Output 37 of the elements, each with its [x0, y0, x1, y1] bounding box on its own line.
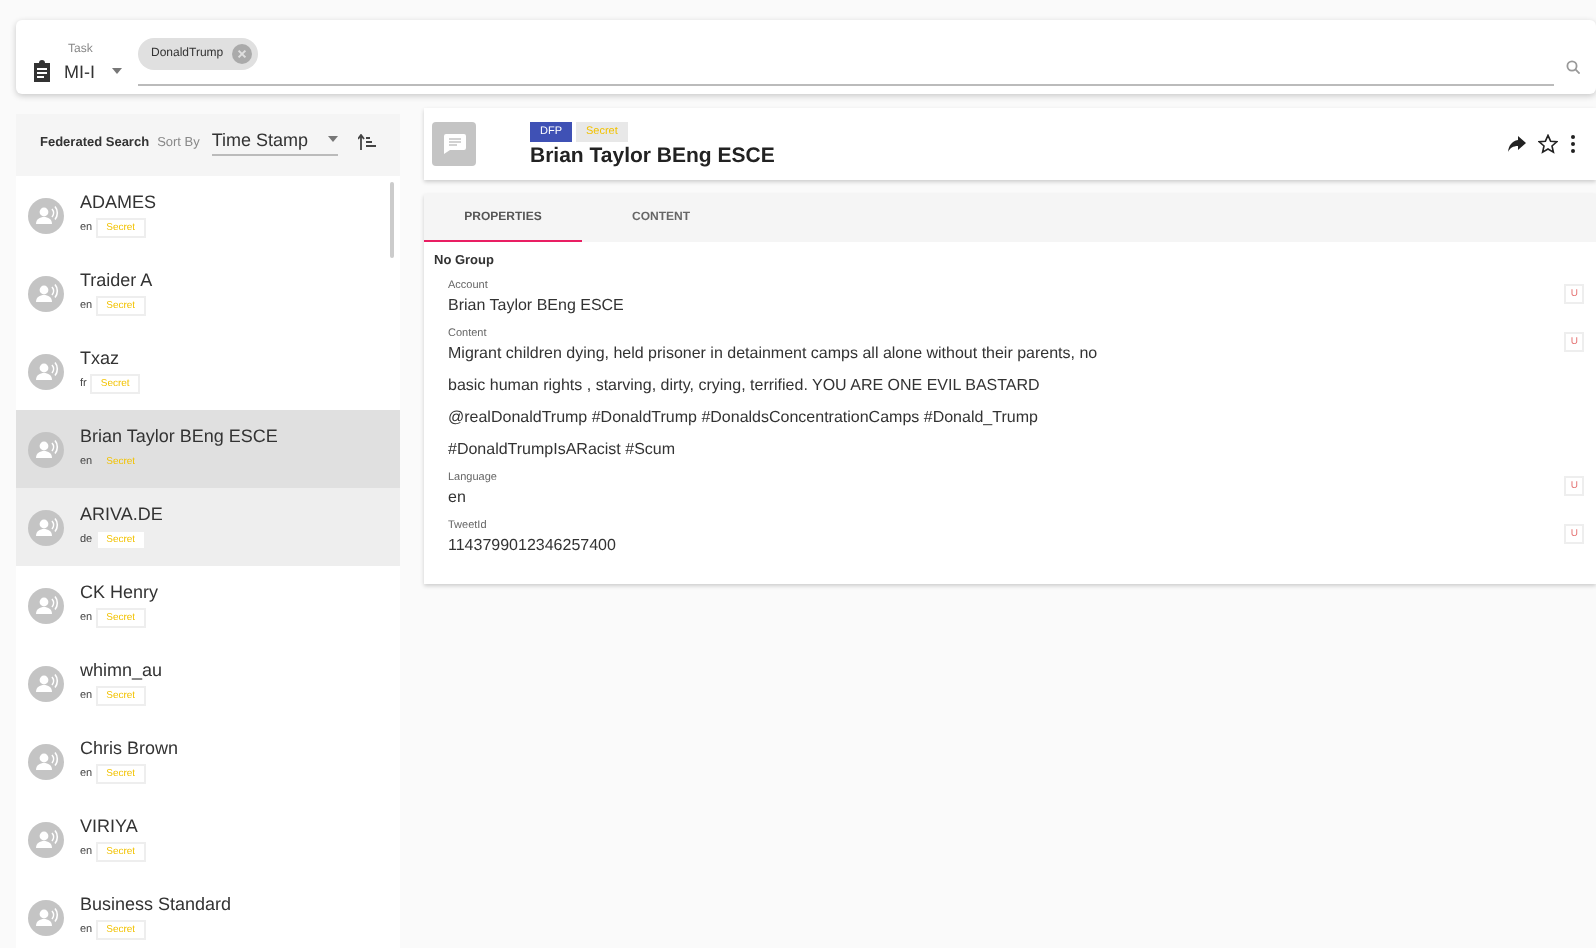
item-name: ADAMES: [80, 192, 157, 212]
item-name: Business Standard: [80, 894, 232, 914]
scrollbar[interactable]: [390, 182, 394, 258]
star-icon[interactable]: [1538, 134, 1558, 154]
avatar-icon: [28, 197, 64, 233]
message-icon: [432, 122, 476, 166]
dropdown-caret-icon: [328, 136, 339, 142]
item-name: Txaz: [80, 348, 122, 368]
item-name: Brian Taylor BEng ESCE: [80, 426, 278, 446]
avatar-icon: [28, 431, 64, 467]
item-name: whimn_au: [80, 660, 163, 680]
more-icon[interactable]: [1570, 134, 1576, 154]
property-value: Migrant children dying, held prisoner in detainment camps all alone without their parents, no basic human rights , starving, dirty, crying, terrified. YOU ARE ONE EVIL BASTARD @realDonaldTrump #DonaldTrump #DonaldsConcentrationCamps #Donald_Trump #DonaldTrumpIsARacist #Scum: [448, 342, 1100, 462]
avatar-icon: [28, 665, 64, 701]
property-value: Brian Taylor BEng ESCE: [448, 294, 624, 318]
item-name: Traider A: [80, 270, 153, 290]
avatar-icon: [28, 275, 64, 311]
property-value: 1143799012346257400: [448, 534, 616, 558]
avatar-icon: [28, 353, 64, 389]
avatar-icon: [28, 899, 64, 935]
task-select[interactable]: MI-I: [64, 61, 121, 81]
item-name: ARIVA.DE: [80, 504, 163, 524]
search-icon[interactable]: [1566, 60, 1580, 74]
dropdown-caret-icon: [111, 68, 121, 74]
sort-select[interactable]: Time Stamp: [211, 129, 339, 155]
sort-order-icon[interactable]: [358, 134, 377, 150]
avatar-icon: [28, 821, 64, 857]
avatar-icon: [28, 509, 64, 545]
item-name: VIRIYA: [80, 816, 140, 836]
detail-title: Brian Taylor BEng ESCE: [530, 143, 775, 167]
property-value: en: [448, 486, 468, 510]
avatar-icon: [28, 587, 64, 623]
avatar-icon: [28, 743, 64, 779]
item-name: CK Henry: [80, 582, 159, 602]
share-icon[interactable]: [1508, 136, 1526, 152]
clipboard-icon: [32, 60, 52, 82]
item-name: Chris Brown: [80, 738, 179, 758]
